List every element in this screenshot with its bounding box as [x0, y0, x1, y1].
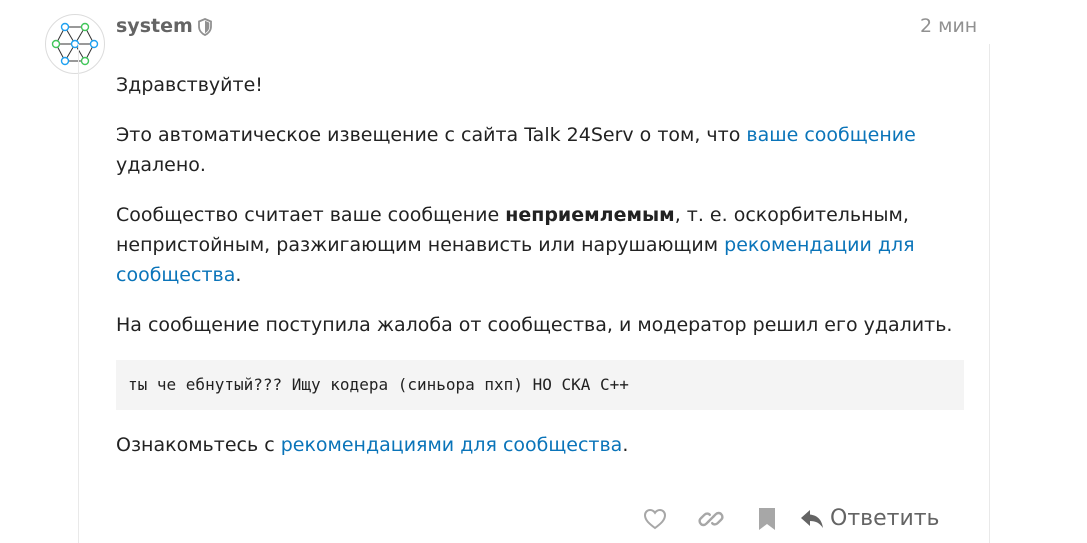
share-link-button[interactable] [692, 500, 730, 538]
bookmark-button[interactable] [748, 500, 786, 538]
like-button[interactable] [636, 500, 674, 538]
guidelines-link[interactable]: рекомендациями для сообщества [281, 434, 623, 456]
unacceptable-text: неприемлемым [505, 204, 675, 226]
notice-paragraph: Это автоматическое извещение с сайта Tal… [116, 120, 964, 180]
guidelines-paragraph: Ознакомьтесь с рекомендациями для сообще… [116, 430, 964, 460]
bookmark-icon [759, 508, 775, 530]
post-actions: Ответить [636, 500, 944, 538]
reply-arrow-icon [801, 510, 823, 528]
post-username[interactable]: system [116, 13, 213, 39]
notice-suffix: удалено. [116, 154, 206, 176]
notice-prefix: Это автоматическое извещение с сайта Tal… [116, 124, 747, 146]
post: system 2 мин Здравствуйте! Это автоматич… [0, 0, 1087, 543]
guidelines-suffix: . [622, 434, 629, 456]
community-paragraph: Сообщество считает ваше сообщение неприе… [116, 200, 964, 290]
username-text: system [116, 15, 193, 37]
moderator-text: На сообщение поступила жалоба от сообщес… [116, 314, 953, 336]
greeting-paragraph: Здравствуйте! [116, 70, 964, 100]
your-message-link[interactable]: ваше сообщение [746, 124, 915, 146]
greeting-text: Здравствуйте! [116, 74, 263, 96]
moderator-paragraph: На сообщение поступила жалоба от сообщес… [116, 310, 964, 340]
quoted-message: ты че ебнутый??? Ищу кодера (синьора пхп… [116, 360, 964, 410]
post-date[interactable]: 2 мин [920, 13, 977, 39]
post-content: Здравствуйте! Это автоматическое извещен… [116, 70, 964, 480]
heart-icon [643, 508, 667, 530]
reply-button[interactable]: Ответить [796, 500, 944, 538]
link-icon [698, 511, 724, 527]
reply-label: Ответить [830, 506, 940, 531]
community-prefix: Сообщество считает ваше сообщение [116, 204, 506, 226]
guidelines-prefix: Ознакомьтесь с [116, 434, 281, 456]
community-suffix: . [235, 264, 242, 286]
shield-icon [197, 17, 213, 36]
